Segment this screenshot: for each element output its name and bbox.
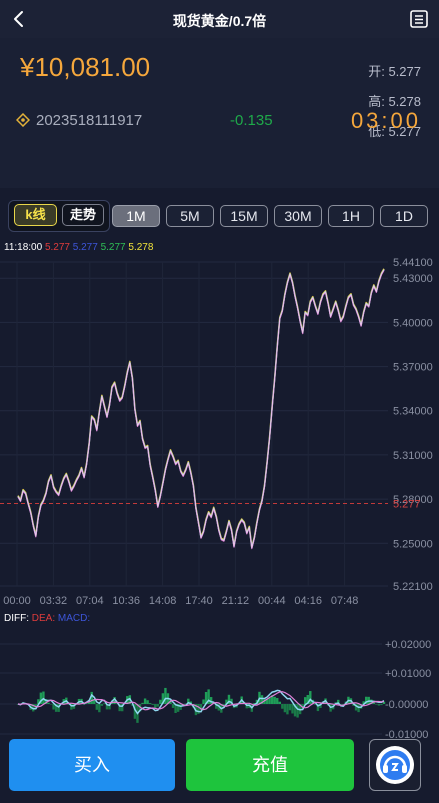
headset-icon [376,746,414,784]
macd-histogram-bar [291,704,294,714]
macd-y-tick-label: -0.00000 [385,699,428,711]
customer-service-button[interactable] [369,739,421,791]
macd-histogram-bar [42,691,45,704]
price-series-line [17,270,385,550]
macd-label: MACD: [57,613,91,624]
chart-tabs: k线 走势 1M 5M 15M 30M 1H 1D [0,196,439,236]
macd-histogram-bar [156,704,159,707]
dea-label: DEA: [31,613,56,624]
macd-histogram-bar [296,704,299,718]
period-15m[interactable]: 15M [220,205,268,227]
macd-histogram-bar [380,704,383,706]
y-tick-label: 5.43000 [393,273,433,285]
y-tick-label: 5.25000 [393,538,433,550]
current-price-label: 5.277 [393,499,421,511]
tab-trend[interactable]: 走势 [62,204,104,226]
macd-histogram-bar [98,704,101,713]
macd-histogram-bar [159,699,162,704]
x-tick-label: 00:00 [3,595,31,607]
countdown-timer: 03:00 [350,108,421,133]
x-tick-label: 00:44 [258,595,286,607]
macd-histogram-bar [49,704,53,705]
y-tick-label: 5.31000 [393,450,433,462]
buy-button[interactable]: 买入 [9,739,175,791]
macd-histogram-bar [286,704,289,715]
x-tick-label: 04:16 [294,595,322,607]
period-30m[interactable]: 30M [274,205,322,227]
y-tick-label: 5.40000 [393,317,433,329]
current-price: ¥10,081.00 [20,52,151,82]
macd-histogram-bar [304,697,307,704]
y-tick-label: 5.37000 [393,362,433,374]
macd-histogram-bar [309,691,312,704]
macd-histogram-bar [143,698,147,704]
macd-histogram-bar [273,696,276,704]
x-tick-label: 03:32 [40,595,68,607]
y-tick-label: 5.22100 [393,581,433,593]
macd-y-tick-label: -0.01000 [385,729,428,738]
y-tick-label: 5.34000 [393,406,433,418]
app-header: 现货黄金/0.7倍 [0,0,439,38]
macd-chart: +0.02000 +0.01000 -0.00000 -0.01000 [0,639,431,738]
period-5m[interactable]: 5M [166,205,214,227]
macd-histogram-bar [377,704,381,706]
macd-histogram-bar [278,701,281,704]
macd-histogram-bar [281,704,284,709]
period-1m[interactable]: 1M [112,205,160,227]
macd-histogram-bar [95,704,98,710]
macd-histogram-bar [141,702,144,704]
macd-histogram-bar [288,704,292,711]
macd-histogram-bar [151,704,154,705]
macd-histogram-bar [375,704,378,705]
period-1d[interactable]: 1D [380,205,428,227]
x-tick-label: 14:08 [149,595,177,607]
recharge-button[interactable]: 充值 [186,739,354,791]
macd-histogram-bar [164,687,167,704]
price-change: -0.135 [230,112,273,129]
page-title: 现货黄金/0.7倍 [172,13,267,29]
macd-histogram-bar [276,697,279,704]
order-list-icon[interactable] [409,9,429,29]
x-tick-label: 17:40 [185,595,213,607]
macd-histogram-bar [202,699,205,704]
price-chart[interactable]: 5.44100 5.43000 5.40000 5.37000 5.34000 5.310… [0,252,439,610]
macd-histogram-bar [171,704,175,708]
macd-histogram-bar [357,704,360,713]
macd-histogram-bar [268,697,271,704]
x-tick-label: 07:48 [331,595,359,607]
macd-histogram-bar [148,703,152,704]
period-1h[interactable]: 1H [328,205,374,227]
open-price: 开: 5.277 [368,64,421,79]
macd-histogram-bar [103,703,106,704]
diff-label: DIFF: [4,613,29,624]
macd-histogram-bar [283,704,287,713]
macd-histogram-bar [146,700,149,704]
macd-legend: DIFF: DEA: MACD: [4,613,90,624]
tab-kline[interactable]: k线 [14,204,57,226]
x-tick-label: 07:04 [76,595,104,607]
order-code: 2023518111917 [36,112,143,129]
y-tick-label: 5.44100 [393,257,433,269]
x-tick-label: 21:12 [222,595,250,607]
macd-y-tick-label: +0.01000 [385,668,431,680]
x-tick-label: 10:36 [112,595,140,607]
macd-histogram-bar [197,704,200,714]
diamond-icon [16,113,30,127]
macd-histogram-bar [47,702,50,704]
macd-histogram-bar [100,704,104,706]
price-series-line [17,269,385,549]
macd-y-tick-label: +0.02000 [385,639,431,651]
